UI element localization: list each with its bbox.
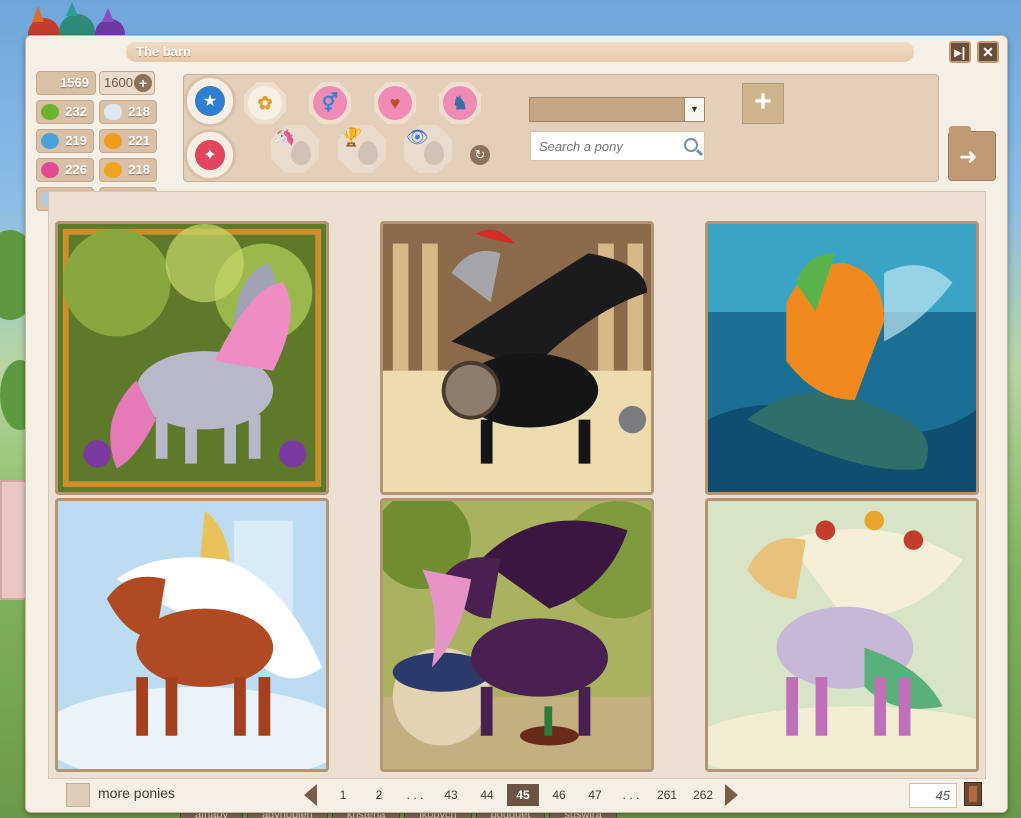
filter-love-button[interactable]: ♥ [374,82,416,124]
page-ellipsis: . . . [406,788,424,802]
folder-tab-shape [949,126,971,134]
stat-health-value: 232 [65,104,87,119]
stat-hygiene: 218 [99,158,157,182]
pony-card[interactable] [55,221,329,495]
next-page-button[interactable] [725,784,738,806]
stat-energy-max: 1600 + [99,71,155,95]
drop-icon [424,141,444,165]
stat-morale-value: 218 [128,104,150,119]
filter-unicorn-button[interactable]: 🦄 [271,125,319,173]
stat-hunger: 219 [36,129,94,153]
add-energy-button[interactable]: + [134,74,152,92]
page-ellipsis: . . . [622,788,640,802]
pony-pair-icon: ♞ [443,86,477,120]
pony-image-arena [383,224,651,492]
pagination: 1 2 . . . 43 44 45 46 47 . . . 261 262 [304,782,738,808]
page-link[interactable]: 46 [541,784,577,806]
stat-energy-max-value: 1600 [104,75,133,90]
pumpkin-icon [104,133,122,149]
stat-hygiene-value: 218 [128,162,150,177]
more-ponies-label: more ponies [98,785,176,801]
bubbles-icon [41,133,59,149]
filter-all-button[interactable]: ✿ [244,82,286,124]
apple-icon [41,104,59,120]
filter-toolbar: ★ ✦ ✿ ⚥ ♥ ♞ 🦄 🏆 👁 ↻ ▼ Search a pony + [183,74,939,182]
pony-image-ocean [708,224,976,492]
stat-energy-value: 1569 [60,75,89,90]
stat-hydration: 221 [99,129,157,153]
page-link[interactable]: 2 [361,784,397,806]
folder-icon: ★ [195,86,225,116]
cloud-icon [104,104,122,120]
add-folder-button[interactable]: + [742,83,784,124]
minimize-button[interactable]: ▸| [949,41,971,63]
pony-card[interactable] [380,221,654,495]
chevron-down-icon[interactable]: ▼ [684,98,704,121]
paw-icon [104,162,122,178]
stat-hunger-value: 219 [65,133,87,148]
pony-image-vineyard [383,501,651,769]
go-page-button[interactable] [964,782,982,806]
background-house [0,480,28,600]
pony-card[interactable] [705,221,979,495]
current-page: 45 [507,784,539,806]
eye-icon: 👁 [406,127,429,147]
page-link[interactable]: 43 [433,784,469,806]
page-link[interactable]: 262 [685,784,721,806]
drop-icon [358,141,378,165]
trophy-icon: 🏆 [340,127,363,147]
close-button[interactable]: ✕ [977,41,999,63]
stat-morale: 218 [99,100,157,124]
page-number-input[interactable]: 45 [909,783,957,808]
page-link[interactable]: 44 [469,784,505,806]
folder-select[interactable]: ▼ [529,97,705,122]
drop-icon [291,141,311,165]
pony-image-sky [58,501,326,769]
folder-tab-red[interactable]: ✦ [184,129,236,181]
folder-tab-blue[interactable]: ★ [184,75,236,127]
refresh-icon: ↻ [474,147,486,162]
heart-ring-icon: ♥ [378,86,412,120]
stat-health: 232 [36,100,94,124]
plus-icon: + [754,85,772,118]
refresh-button[interactable]: ↻ [470,145,490,165]
flower-icon: ✿ [248,86,282,120]
pony-card[interactable] [380,498,654,772]
star-badge-icon: ✦ [195,140,225,170]
stat-love: 226 [36,158,94,182]
pony-arrow-icon: ➜ [959,144,978,169]
search-field[interactable] [530,131,705,161]
search-input[interactable] [531,132,676,160]
page-link[interactable]: 1 [325,784,361,806]
filter-breed-button[interactable]: ♞ [439,82,481,124]
page-link[interactable]: 47 [577,784,613,806]
filter-eye-button[interactable]: 👁 [404,125,452,173]
stat-hydration-value: 221 [128,133,150,148]
close-icon: ✕ [982,44,994,60]
pony-card[interactable] [55,498,329,772]
barn-window: The barn ▸| ✕ 1569 1600 + 232 218 219 22… [25,35,1008,813]
window-title: The barn [126,42,914,62]
previous-page-button[interactable] [304,784,317,806]
filter-trophy-button[interactable]: 🏆 [338,125,386,173]
heart-icon [41,162,59,178]
search-icon[interactable] [684,138,698,152]
stat-energy: 1569 [36,71,96,95]
pony-card[interactable] [705,498,979,772]
skip-icon: ▸| [954,44,966,60]
gender-icon: ⚥ [313,86,347,120]
stat-love-value: 226 [65,162,87,177]
filter-gender-button[interactable]: ⚥ [309,82,351,124]
page-link[interactable]: 261 [649,784,685,806]
more-ponies-checkbox[interactable] [66,783,90,807]
pony-image-garden [708,501,976,769]
move-pony-folder-button[interactable]: ➜ [948,126,996,181]
pony-grid [48,191,986,779]
unicorn-icon: 🦄 [273,127,296,147]
pony-image-forest [58,224,326,492]
